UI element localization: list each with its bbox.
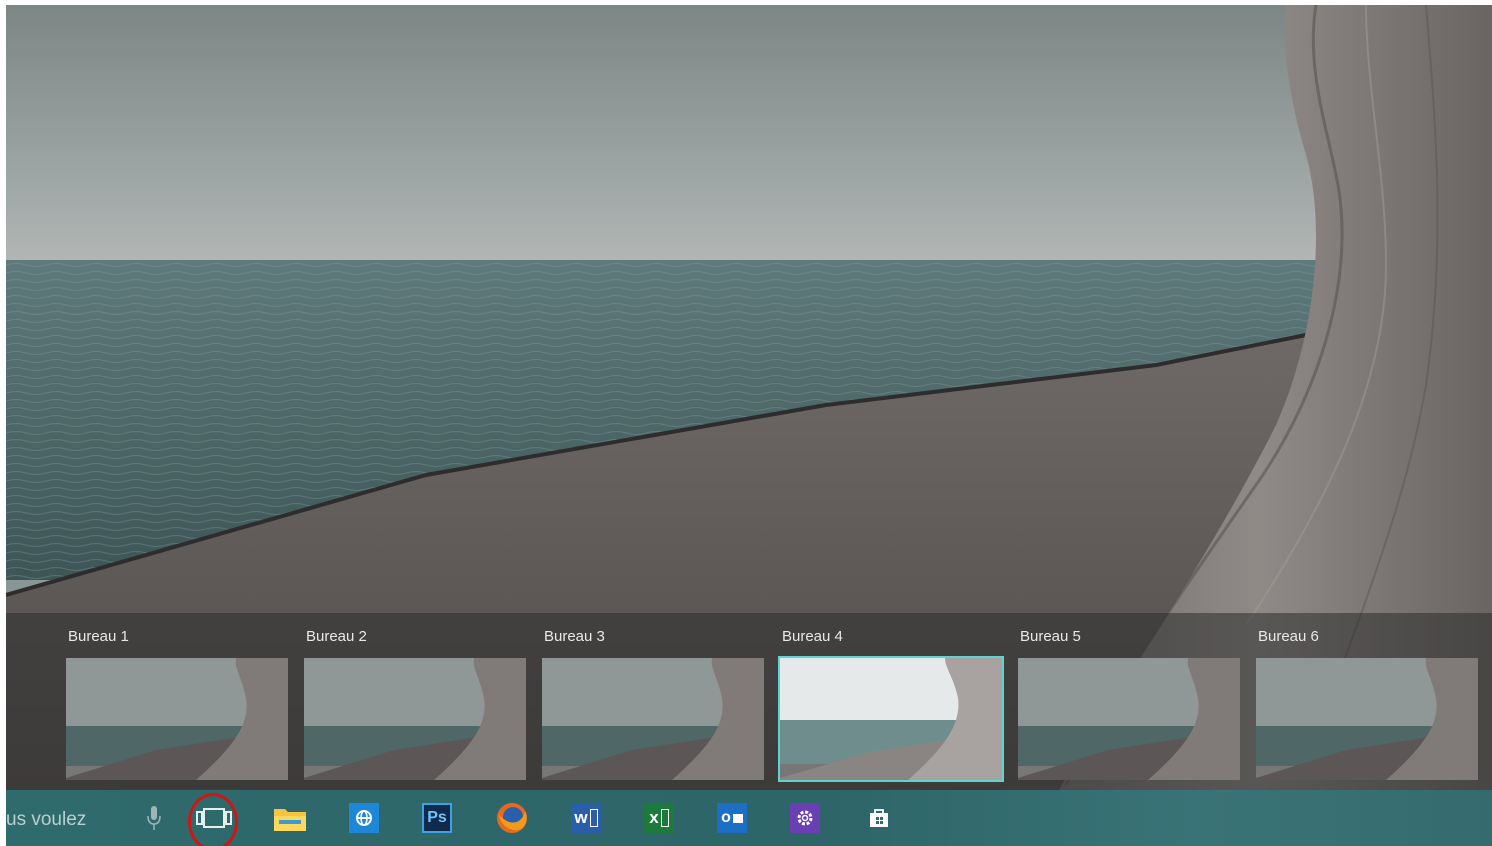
outlook-button[interactable]: o <box>713 790 751 846</box>
word-button[interactable]: w <box>567 790 605 846</box>
store-icon <box>870 809 888 827</box>
virtual-desktop-thumbnail[interactable] <box>1018 658 1240 780</box>
store-button[interactable] <box>860 790 898 846</box>
virtual-desktop-label: Bureau 5 <box>1020 628 1081 645</box>
microphone-icon <box>147 806 161 830</box>
excel-label: x <box>649 808 659 827</box>
virtual-desktop-3[interactable]: Bureau 3 <box>542 613 766 793</box>
photoshop-icon: Ps <box>422 803 452 833</box>
virtual-desktop-5[interactable]: Bureau 5 <box>1018 613 1242 793</box>
virtual-desktops-bar: Bureau 1 Bureau 2 Bureau 3 Bureau 4 Bure… <box>6 613 1492 793</box>
virtual-desktop-1[interactable]: Bureau 1 <box>66 613 290 793</box>
settings-button[interactable] <box>786 790 824 846</box>
virtual-desktop-thumbnail[interactable] <box>542 658 764 780</box>
virtual-desktop-label: Bureau 2 <box>306 628 367 645</box>
photoshop-label: Ps <box>427 809 447 826</box>
virtual-desktop-thumbnail-active[interactable] <box>778 656 1004 782</box>
word-label: w <box>574 808 588 827</box>
virtual-desktop-label: Bureau 3 <box>544 628 605 645</box>
highlight-circle <box>188 793 238 846</box>
excel-icon: x <box>644 803 674 833</box>
virtual-desktop-thumbnail[interactable] <box>304 658 526 780</box>
firefox-icon <box>497 803 527 833</box>
desktop: Bureau 1 Bureau 2 Bureau 3 Bureau 4 Bure… <box>6 5 1492 846</box>
envelope-glyph <box>732 813 743 823</box>
word-icon: w <box>571 803 601 833</box>
virtual-desktop-thumbnail[interactable] <box>66 658 288 780</box>
internet-explorer-icon <box>349 803 379 833</box>
virtual-desktop-6[interactable]: Bureau 6 <box>1256 613 1480 793</box>
internet-explorer-button[interactable] <box>345 790 383 846</box>
virtual-desktop-label: Bureau 6 <box>1258 628 1319 645</box>
sheet-glyph <box>660 809 669 827</box>
settings-icon <box>790 803 820 833</box>
virtual-desktop-thumbnail[interactable] <box>1256 658 1478 780</box>
virtual-desktop-2[interactable]: Bureau 2 <box>304 613 528 793</box>
file-explorer-icon <box>274 809 306 831</box>
document-glyph <box>589 809 598 827</box>
file-explorer-button[interactable] <box>271 790 309 846</box>
photoshop-button[interactable]: Ps <box>418 790 456 846</box>
virtual-desktop-label: Bureau 1 <box>68 628 129 645</box>
taskbar: us voulez Ps w x o <box>6 790 1492 846</box>
outlook-icon: o <box>717 803 747 833</box>
search-box-text[interactable]: us voulez <box>6 809 86 831</box>
virtual-desktop-4[interactable]: Bureau 4 <box>778 613 1004 793</box>
outlook-label: o <box>721 809 731 826</box>
virtual-desktop-label: Bureau 4 <box>782 628 843 645</box>
microphone-button[interactable] <box>136 790 172 846</box>
excel-button[interactable]: x <box>640 790 678 846</box>
firefox-button[interactable] <box>492 790 532 846</box>
